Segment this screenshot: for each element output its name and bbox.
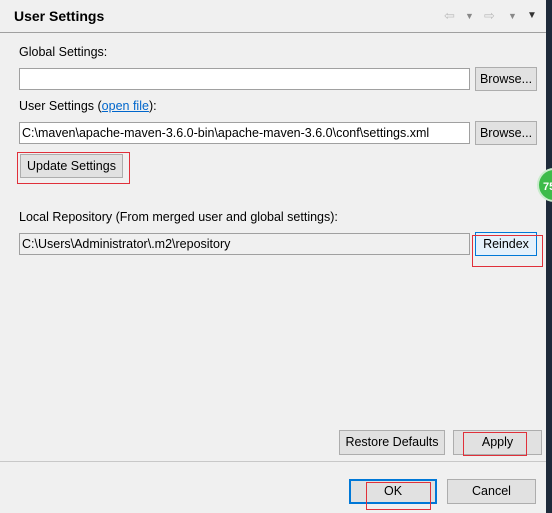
update-settings-button[interactable]: Update Settings [20, 154, 123, 178]
global-settings-input[interactable] [19, 68, 470, 90]
user-settings-input[interactable]: C:\maven\apache-maven-3.6.0-bin\apache-m… [19, 122, 470, 144]
highlight-box [463, 432, 527, 456]
highlight-box [472, 235, 543, 267]
footer-divider [0, 461, 546, 462]
user-browse-button[interactable]: Browse... [475, 121, 537, 145]
user-settings-label: User Settings (open file): [19, 99, 157, 113]
highlight-box [366, 482, 431, 510]
header-divider [0, 32, 546, 33]
floating-badge[interactable]: 75 [537, 168, 552, 202]
forward-icon[interactable]: ⇨ [484, 8, 495, 24]
back-icon[interactable]: ⇦ [444, 8, 455, 24]
view-menu-icon[interactable]: ▼ [527, 10, 537, 21]
cancel-button[interactable]: Cancel [447, 479, 536, 504]
local-repository-label: Local Repository (From merged user and g… [19, 210, 338, 224]
window-border [546, 0, 552, 513]
user-settings-label-suffix: ): [148, 99, 157, 113]
user-settings-label-text: User Settings ( [19, 99, 102, 113]
global-settings-label: Global Settings: [19, 45, 108, 59]
local-repository-input: C:\Users\Administrator\.m2\repository [19, 233, 470, 255]
restore-defaults-button[interactable]: Restore Defaults [339, 430, 445, 455]
page-title: User Settings [14, 8, 105, 24]
forward-menu-icon[interactable]: ▼ [508, 11, 517, 21]
back-menu-icon[interactable]: ▼ [465, 11, 474, 21]
global-browse-button[interactable]: Browse... [475, 67, 537, 91]
open-file-link[interactable]: open file [102, 99, 149, 113]
